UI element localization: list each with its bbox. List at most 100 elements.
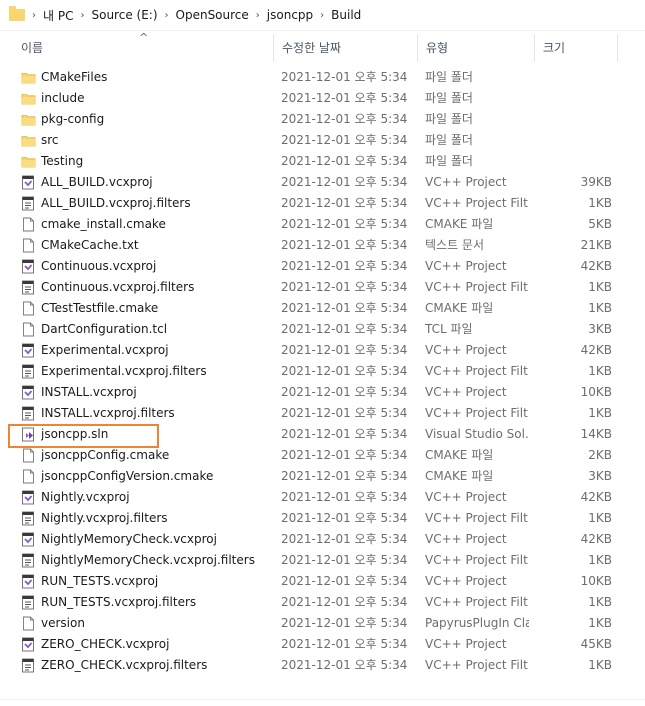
filters-file-icon [21,280,36,295]
file-row[interactable]: Continuous.vcxproj.filters 2021-12-01 오후 … [0,277,645,298]
file-size: 1KB [588,364,612,378]
file-name: INSTALL.vcxproj.filters [41,406,175,420]
file-row[interactable]: include 2021-12-01 오후 5:34 파일 폴더 [0,88,645,109]
file-row[interactable]: NightlyMemoryCheck.vcxproj.filters 2021-1… [0,550,645,571]
file-type: VC++ Project Filt... [425,595,529,609]
file-name: RUN_TESTS.vcxproj.filters [41,595,197,609]
file-type: VC++ Project Filt... [425,553,529,567]
breadcrumb-jsoncpp[interactable]: jsoncpp [267,8,313,22]
file-size: 2KB [588,448,612,462]
breadcrumb-this-pc[interactable]: 내 PC [43,7,73,24]
folder-icon [21,133,36,148]
filters-file-icon [21,196,36,211]
generic-file-icon [21,616,36,631]
column-type[interactable]: 유형 [418,34,535,62]
file-type: CMAKE 파일 [425,469,494,483]
file-size: 39KB [580,175,612,189]
file-size: 1KB [588,616,612,630]
file-name: DartConfiguration.tcl [41,322,168,336]
file-row[interactable]: RUN_TESTS.vcxproj.filters 2021-12-01 오후 5… [0,592,645,613]
file-size [530,130,612,151]
file-row[interactable]: CMakeFiles 2021-12-01 오후 5:34 파일 폴더 [0,67,645,88]
chevron-right-icon[interactable]: › [32,10,36,21]
file-name: CMakeCache.txt [41,238,139,252]
file-size [530,151,612,172]
folder-icon [21,154,36,169]
file-size: 1KB [588,280,612,294]
file-date-modified: 2021-12-01 오후 5:34 [281,595,408,609]
file-name: ALL_BUILD.vcxproj [41,175,153,189]
file-size: 42KB [580,343,612,357]
file-row[interactable]: version 2021-12-01 오후 5:34 PapyrusPlugIn C… [0,613,645,634]
file-size: 1KB [588,511,612,525]
generic-file-icon [21,217,36,232]
chevron-right-icon[interactable]: › [165,10,169,21]
file-row[interactable]: ALL_BUILD.vcxproj.filters 2021-12-01 오후 5… [0,193,645,214]
generic-file-icon [21,238,36,253]
breadcrumb-build[interactable]: Build [331,8,361,22]
file-size: 1KB [588,658,612,672]
column-name[interactable]: 이름 [0,34,274,62]
file-row[interactable]: RUN_TESTS.vcxproj 2021-12-01 오후 5:34 VC++ … [0,571,645,592]
file-row[interactable]: Testing 2021-12-01 오후 5:34 파일 폴더 [0,151,645,172]
file-row[interactable]: NightlyMemoryCheck.vcxproj 2021-12-01 오후 … [0,529,645,550]
file-date-modified: 2021-12-01 오후 5:34 [281,469,408,483]
file-type: 파일 폴더 [425,112,473,126]
file-date-modified: 2021-12-01 오후 5:34 [281,196,408,210]
file-date-modified: 2021-12-01 오후 5:34 [281,91,408,105]
folder-icon [21,91,36,106]
file-date-modified: 2021-12-01 오후 5:34 [281,70,408,84]
file-row[interactable]: pkg-config 2021-12-01 오후 5:34 파일 폴더 [0,109,645,130]
file-row[interactable]: ZERO_CHECK.vcxproj.filters 2021-12-01 오후 … [0,655,645,676]
file-name: src [41,133,59,147]
file-date-modified: 2021-12-01 오후 5:34 [281,385,408,399]
vcxproj-file-icon [21,343,36,358]
file-row[interactable]: INSTALL.vcxproj 2021-12-01 오후 5:34 VC++ Pr… [0,382,645,403]
file-size: 42KB [580,532,612,546]
file-row[interactable]: CTestTestfile.cmake 2021-12-01 오후 5:34 CMA… [0,298,645,319]
file-row[interactable]: Nightly.vcxproj 2021-12-01 오후 5:34 VC++ Pr… [0,487,645,508]
file-date-modified: 2021-12-01 오후 5:34 [281,553,408,567]
file-row[interactable]: Nightly.vcxproj.filters 2021-12-01 오후 5:3… [0,508,645,529]
file-name: ALL_BUILD.vcxproj.filters [41,196,191,210]
file-name: NightlyMemoryCheck.vcxproj [41,532,217,546]
address-bar[interactable]: › 내 PC › Source (E:) › OpenSource › json… [0,0,645,31]
highlight-box [8,424,159,448]
file-row[interactable]: src 2021-12-01 오후 5:34 파일 폴더 [0,130,645,151]
file-date-modified: 2021-12-01 오후 5:34 [281,238,408,252]
folder-icon [9,6,25,21]
file-row[interactable]: jsoncppConfigVersion.cmake 2021-12-01 오후 … [0,466,645,487]
chevron-right-icon[interactable]: › [80,10,84,21]
file-name: include [41,91,85,105]
file-name: Nightly.vcxproj.filters [41,511,168,525]
file-row[interactable]: cmake_install.cmake 2021-12-01 오후 5:34 CMA… [0,214,645,235]
file-row[interactable]: DartConfiguration.tcl 2021-12-01 오후 5:34 T… [0,319,645,340]
file-row[interactable]: Continuous.vcxproj 2021-12-01 오후 5:34 VC++… [0,256,645,277]
breadcrumb-source-drive[interactable]: Source (E:) [91,8,157,22]
chevron-right-icon[interactable]: › [320,10,324,21]
file-row[interactable]: ZERO_CHECK.vcxproj 2021-12-01 오후 5:34 VC++… [0,634,645,655]
file-date-modified: 2021-12-01 오후 5:34 [281,259,408,273]
folder-icon [21,70,36,85]
column-date-modified[interactable]: 수정한 날짜 [274,34,418,62]
column-size[interactable]: 크기 [535,34,618,62]
file-row[interactable]: jsoncppConfig.cmake 2021-12-01 오후 5:34 CMA… [0,445,645,466]
chevron-right-icon[interactable]: › [256,10,260,21]
file-row[interactable]: Experimental.vcxproj.filters 2021-12-01 오… [0,361,645,382]
file-type: Visual Studio Sol... [425,427,529,441]
file-size [530,88,612,109]
file-name: NightlyMemoryCheck.vcxproj.filters [41,553,255,567]
file-row[interactable]: ALL_BUILD.vcxproj 2021-12-01 오후 5:34 VC++ … [0,172,645,193]
breadcrumb-opensource[interactable]: OpenSource [176,8,249,22]
file-row[interactable]: INSTALL.vcxproj.filters 2021-12-01 오후 5:3… [0,403,645,424]
vcxproj-file-icon [21,385,36,400]
file-date-modified: 2021-12-01 오후 5:34 [281,532,408,546]
file-type: VC++ Project Filt... [425,658,529,672]
file-name: CTestTestfile.cmake [41,301,159,315]
file-date-modified: 2021-12-01 오후 5:34 [281,637,408,651]
file-row[interactable]: Experimental.vcxproj 2021-12-01 오후 5:34 VC… [0,340,645,361]
file-row[interactable]: CMakeCache.txt 2021-12-01 오후 5:34 텍스트 문서 21… [0,235,645,256]
file-size: 45KB [580,637,612,651]
file-type: VC++ Project Filt... [425,406,529,420]
vcxproj-file-icon [21,259,36,274]
